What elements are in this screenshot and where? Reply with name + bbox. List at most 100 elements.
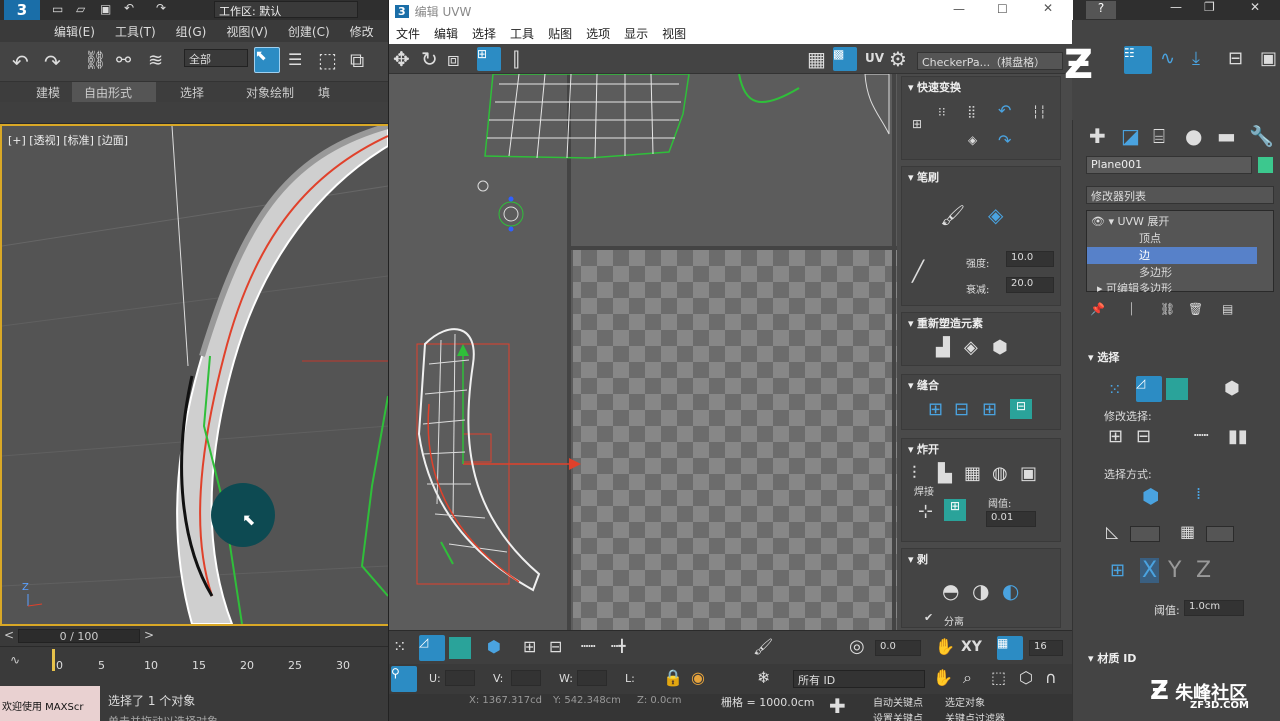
zoom-icon[interactable]: ⌕ [963,668,972,688]
falloff-spinner[interactable]: 20.0 [1006,277,1054,293]
stitch-average-icon[interactable]: ⊟ [954,399,969,420]
break-icon[interactable]: ⫶ [912,463,917,484]
stitch-to-target-icon[interactable]: ⊞ [928,399,943,420]
reshape-title[interactable]: 重新塑造元素 [902,313,1060,331]
peel-title[interactable]: 剥 [902,549,1060,567]
stitch-custom-icon[interactable]: ⊟ [1010,399,1032,419]
stitch-to-source-icon[interactable]: ⊞ [982,399,997,420]
id-filter-dropdown[interactable]: 所有 ID [793,670,925,688]
utilities-tab-icon[interactable]: 🔧 [1249,124,1274,148]
stack-item-unwrap[interactable]: 👁 ▾ UVW 展开 [1087,213,1257,230]
weld-selected-icon[interactable]: ⊹ [918,501,933,522]
rotate-cw-icon[interactable]: ↶ [998,101,1011,120]
u-field[interactable] [445,670,475,686]
angle-spinner[interactable] [1130,526,1160,542]
undo-icon[interactable]: ↶ [124,1,134,15]
select-element-icon[interactable]: ⬢ [487,637,501,656]
align-vertical-icon[interactable]: ⦙⦙ [968,103,975,123]
menu-views[interactable]: 视图(V) [216,23,278,40]
object-color-swatch[interactable] [1258,157,1273,173]
set-key-button[interactable]: 设置关键点 [873,710,923,721]
hierarchy-tab-icon[interactable]: ⌸ [1153,124,1165,148]
zoom-extents-icon[interactable]: ⬡ [1019,668,1033,687]
grid-count-spinner[interactable]: 16 [1029,640,1063,656]
curve-editor-icon[interactable]: ∿ [10,653,20,667]
ribbon-tab-populate[interactable]: 填 [306,82,342,102]
align-horizontal-icon[interactable]: ⁝⁝ [938,105,946,119]
eye-icon[interactable]: 👁 ▾ [1091,215,1117,228]
brush-title[interactable]: 笔刷 [902,167,1060,185]
menu-group[interactable]: 组(G) [166,23,217,40]
menu-edit[interactable]: 编辑(E) [44,23,105,40]
select-by-loop-icon[interactable]: ⁞ [1196,484,1201,503]
perspective-viewport[interactable]: Z [+] [透视] [标准] [边面] ⬉ [0,124,390,626]
uvw-menu-tools[interactable]: 工具 [503,25,541,42]
grow-icon[interactable]: ⊞ [1108,426,1123,447]
quick-peel-icon[interactable]: ◓ [942,579,959,603]
rotate-icon[interactable]: ↻ [421,47,438,71]
hide-icon[interactable]: ◉ [691,668,705,687]
uvw-menu-display[interactable]: 显示 [617,25,655,42]
create-tab-icon[interactable]: ✚ [1089,124,1106,148]
rotate-ccw-icon[interactable]: ↷ [998,131,1011,150]
settings-icon[interactable]: ⚙ [889,47,907,71]
uvw-minimize-icon[interactable]: — [953,2,965,16]
z-axis-toggle[interactable]: Z [1196,558,1211,583]
soft-select-icon[interactable]: ◎ [849,636,865,657]
checker-toggle-icon[interactable]: ▦ [807,47,826,71]
texture-dropdown[interactable]: CheckerPa...（棋盘格） [917,52,1063,70]
flatten-by-smoothing-icon[interactable]: ◍ [992,463,1008,484]
minimize-icon[interactable]: — [1170,0,1182,14]
planar-spinner[interactable] [1206,526,1234,542]
time-slider[interactable]: 0 / 100 [18,629,140,643]
select-object-button[interactable]: ⬉ [254,47,280,73]
grow-selection-icon[interactable]: ⊞ [523,637,536,656]
save-file-icon[interactable]: ▣ [100,2,111,16]
prev-frame-icon[interactable]: < [4,628,14,642]
selection-rollout-title[interactable]: ▾ 选择 [1088,349,1272,365]
rect-selection-icon[interactable]: ⬚ [318,48,337,72]
lock-icon[interactable]: 🔒 [663,668,683,687]
x-axis-toggle[interactable]: X [1140,558,1160,583]
modifier-stack[interactable]: 👁 ▾ UVW 展开 顶点 边 多边形 ▸ 可编辑多边形 [1086,210,1274,292]
motion-tab-icon[interactable]: ● [1185,124,1202,148]
next-frame-icon[interactable]: > [144,628,154,642]
scene-explorer-button[interactable]: ☷ [1124,46,1152,74]
shrink-selection-icon[interactable]: ⊟ [549,637,562,656]
selection-filter-dropdown[interactable]: 全部 [184,49,248,67]
stack-item-edge[interactable]: 边 [1087,247,1257,264]
element-mode-icon[interactable]: ⬢ [1224,378,1240,399]
flatten-icon[interactable]: ▦ [964,463,981,484]
unlink-icon[interactable]: ⚯ [116,50,131,71]
render-setup-icon[interactable]: ⤓ [1192,48,1200,69]
render-frame-icon[interactable]: ⊟ [1228,48,1243,69]
pan-hand-icon[interactable]: ✋ [935,637,955,656]
ribbon-tab-object-paint[interactable]: 对象绘制 [216,82,306,102]
select-by-angle-icon[interactable]: ◺ [1106,522,1118,541]
ribbon-tab-freeform[interactable]: 自由形式 [72,82,157,102]
object-name-field[interactable]: Plane001 [1086,156,1252,174]
v-field[interactable] [511,670,541,686]
scale-icon[interactable]: ⧈ [447,47,460,71]
ring-icon[interactable]: ┅╋ [611,639,625,653]
uv-editor-canvas[interactable] [389,74,897,630]
track-bar[interactable]: ∿ 0 5 10 15 20 25 30 [0,646,390,684]
paint-select-icon[interactable]: 🖌 [753,637,773,656]
modify-tab-icon[interactable]: ◪ [1121,124,1140,148]
menu-create[interactable]: 创建(C) [278,23,340,40]
weld-threshold-spinner[interactable]: 0.01 [986,511,1036,527]
show-map-button[interactable]: ▩ [833,47,857,71]
snap-icon[interactable]: ∩ [1045,668,1057,687]
modifier-list-dropdown[interactable]: 修改器列表 [1086,186,1274,204]
uvw-menu-options[interactable]: 选项 [579,25,617,42]
soft-select-spinner[interactable]: 0.0 [875,640,921,656]
stack-item-polygon[interactable]: 多边形 [1087,264,1257,281]
loop-icon[interactable]: ┅┅ [581,639,595,653]
face-mode-button[interactable] [1166,378,1188,400]
peel-mode-icon[interactable]: ◑ [972,579,989,603]
freeform-mode-button[interactable]: ⊞ [477,47,501,71]
select-vertex-icon[interactable]: ⁙ [393,637,406,656]
make-unique-icon[interactable]: ⛓ [1160,302,1175,316]
mirror-icon[interactable]: ⫿ [513,47,519,71]
paint-brush-icon[interactable]: 🖌 [940,203,965,227]
